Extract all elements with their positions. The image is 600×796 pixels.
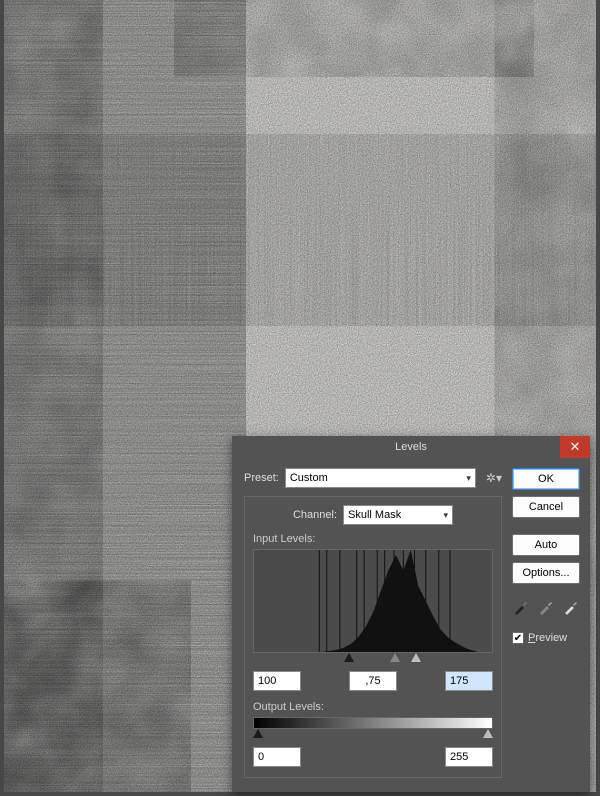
input-gamma-field[interactable] bbox=[349, 671, 397, 691]
cancel-button[interactable]: Cancel bbox=[512, 496, 580, 518]
preset-menu-icon[interactable]: ✲▾ bbox=[486, 471, 502, 485]
preset-dropdown[interactable]: Custom ▾ bbox=[285, 468, 476, 488]
dialog-titlebar[interactable]: Levels ✕ bbox=[232, 436, 590, 458]
input-slider-track[interactable] bbox=[253, 653, 493, 665]
chevron-down-icon: ▾ bbox=[443, 510, 448, 521]
output-levels-label: Output Levels: bbox=[253, 701, 493, 713]
input-black-slider[interactable] bbox=[344, 653, 354, 662]
ruler-right bbox=[596, 0, 600, 796]
auto-button[interactable]: Auto bbox=[512, 534, 580, 556]
channel-dropdown[interactable]: Skull Mask ▾ bbox=[343, 505, 453, 525]
dialog-title: Levels bbox=[395, 441, 427, 453]
output-white-field[interactable] bbox=[445, 747, 493, 767]
preview-label: Preview bbox=[528, 632, 567, 644]
checkbox-icon: ✔ bbox=[512, 632, 524, 644]
input-black-field[interactable] bbox=[253, 671, 301, 691]
options-button[interactable]: Options... bbox=[512, 562, 580, 584]
preset-value: Custom bbox=[290, 472, 328, 484]
output-black-slider[interactable] bbox=[253, 729, 263, 738]
chevron-down-icon: ▾ bbox=[466, 473, 471, 484]
ok-button[interactable]: OK bbox=[512, 468, 580, 490]
input-white-slider[interactable] bbox=[411, 653, 421, 662]
output-slider-track[interactable] bbox=[253, 729, 493, 741]
close-button[interactable]: ✕ bbox=[560, 436, 590, 458]
input-gamma-slider[interactable] bbox=[390, 653, 400, 662]
levels-fieldset: Channel: Skull Mask ▾ Input Levels: bbox=[244, 496, 502, 778]
black-point-eyedropper[interactable] bbox=[512, 598, 530, 616]
ruler-bottom bbox=[0, 792, 600, 796]
channel-value: Skull Mask bbox=[348, 509, 401, 521]
gray-point-eyedropper[interactable] bbox=[537, 598, 555, 616]
input-levels-label: Input Levels: bbox=[253, 533, 493, 545]
white-point-eyedropper[interactable] bbox=[562, 598, 580, 616]
output-black-field[interactable] bbox=[253, 747, 301, 767]
preset-label: Preset: bbox=[244, 472, 279, 484]
input-white-field[interactable] bbox=[445, 671, 493, 691]
histogram[interactable] bbox=[253, 549, 493, 653]
channel-label: Channel: bbox=[293, 509, 337, 521]
output-white-slider[interactable] bbox=[483, 729, 493, 738]
output-gradient[interactable] bbox=[253, 717, 493, 729]
preview-checkbox[interactable]: ✔ Preview bbox=[512, 632, 580, 644]
levels-dialog: Levels ✕ Preset: Custom ▾ ✲▾ Channel: Sk… bbox=[232, 436, 590, 792]
